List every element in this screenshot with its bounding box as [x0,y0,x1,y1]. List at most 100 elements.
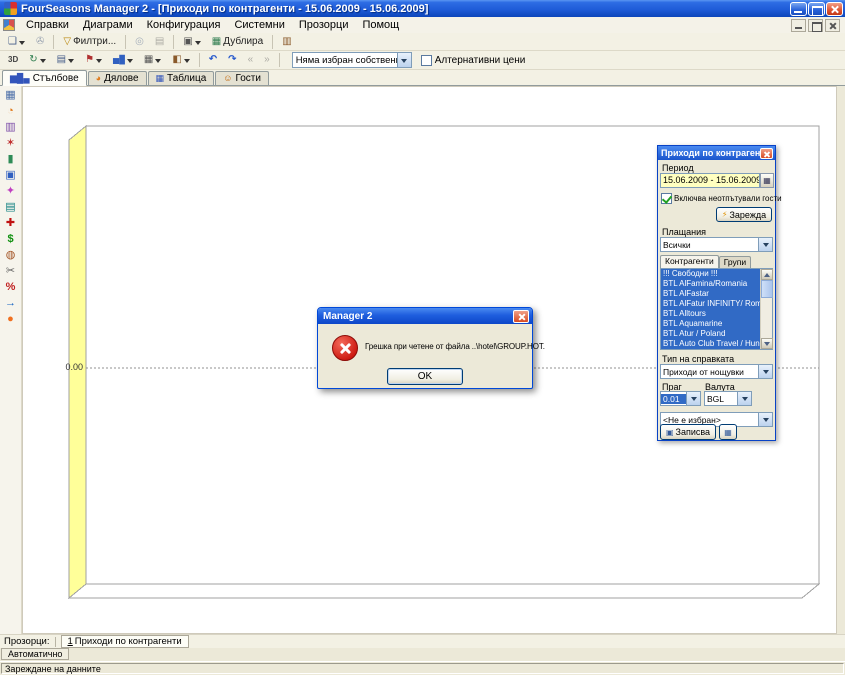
undo-button[interactable]: ↶ [204,52,222,68]
next-button[interactable]: » [259,52,275,68]
currency-combobox[interactable]: BGL [704,391,752,406]
menu-item-3[interactable]: Конфигурация [140,18,228,32]
sidebar-icon-12[interactable]: ✂ [2,264,20,279]
tab-contractors[interactable]: Контрагенти [660,255,719,268]
scroll-thumb[interactable] [761,280,773,298]
sidebar-icon-7[interactable]: ✦ [2,184,20,199]
book-button[interactable]: ▥ [277,34,296,50]
list-scrollbar[interactable] [760,269,772,349]
sidebar-icon-2[interactable]: ◔ [2,104,20,119]
filters-button[interactable]: ▽ Филтри... [58,34,121,50]
calendar-button[interactable]: ▦ [760,173,774,188]
sidebar-icon-11[interactable]: ◍ [2,248,20,263]
close-icon[interactable] [826,2,843,16]
menu-item-5[interactable]: Прозорци [292,18,356,32]
panel-close-icon[interactable] [760,148,773,159]
panel-title: Приходи по контрагенти [661,148,760,158]
period-field[interactable]: 15.06.2009 - 15.06.2009 [660,173,760,188]
payments-combobox[interactable]: Всички [660,237,773,252]
sidebar-icon-5[interactable]: ▮ [2,152,20,167]
tab-guests[interactable]: ☺ Гости [215,71,269,85]
marks-button[interactable]: ⚑ [80,52,107,68]
owners-combobox[interactable]: Няма избран собственици [292,52,412,68]
sidebar-icon-1[interactable]: ▦ [2,88,20,103]
sidebar-icon-8[interactable]: ▤ [2,200,20,215]
sidebar-icon-3[interactable]: ▥ [2,120,20,135]
options-button[interactable]: ▦ [719,424,737,440]
automatic-button[interactable]: Автоматично [1,648,69,660]
menu-item-1[interactable]: Справки [19,18,76,32]
maximize-icon[interactable] [808,2,825,16]
redo-button[interactable]: ↷ [223,52,241,68]
chevron-down-icon[interactable] [686,392,700,405]
rotate-icon: ↻ [29,54,37,66]
chevron-down-icon[interactable] [758,365,772,378]
menu-item-6[interactable]: Помощ [355,18,406,32]
alt-prices-checkbox[interactable] [421,55,432,66]
menu-item-4[interactable]: Системни [227,18,291,32]
threshold-combobox[interactable]: 0.01 [660,391,701,406]
chevron-down-icon[interactable] [758,238,772,251]
dropdown-arrow-icon [184,59,190,66]
scroll-down-icon[interactable] [761,338,773,349]
list-item[interactable]: BTL Auto Club Travel / Hunga [661,339,760,349]
ok-button[interactable]: OK [387,368,463,385]
save-button[interactable]: ✇ [31,34,49,50]
grid-button[interactable]: ▦ [139,52,166,68]
scroll-up-icon[interactable] [761,269,773,280]
sidebar-icon-percent[interactable]: % [2,280,20,295]
list-item[interactable]: BTL AlFatur INFINITY/ Romani [661,299,760,309]
save-report-button[interactable]: ▣ Записва [660,424,716,440]
paint-button[interactable]: ◧ [167,52,194,68]
menu-item-2[interactable]: Диаграми [76,18,140,32]
mdi-minimize-icon[interactable] [791,19,806,32]
legend-button[interactable]: ▤ [52,52,79,68]
chevron-down-icon[interactable] [737,392,751,405]
duplicate-button[interactable]: ▦ Дублира [207,34,268,50]
next-icon: » [264,54,270,66]
guests-icon: ☺ [223,74,232,83]
tab-columns[interactable]: ▆█▄ Стълбове [2,70,87,86]
sidebar-icon-dollar[interactable]: $ [2,232,20,247]
tab-table[interactable]: ▦ Таблица [148,71,215,85]
list-item[interactable]: !!! Свободни !!! [661,269,760,279]
minimize-icon[interactable] [790,2,807,16]
document-icon[interactable] [3,19,15,31]
previous-button[interactable]: « [243,52,259,68]
panel-title-bar[interactable]: Приходи по контрагенти [658,146,775,160]
series-button[interactable]: ▅█ [108,52,138,68]
mdi-close-icon[interactable] [825,19,840,32]
rotate-button[interactable]: ↻ [24,52,50,68]
list-item[interactable]: BTL Aquamarine [661,319,760,329]
load-button-label: Зарежда [729,210,766,220]
include-guests-checkbox[interactable] [661,193,672,204]
list-item[interactable]: BTL AlFamina/Romania [661,279,760,289]
windows-label: Прозорци: [4,636,50,647]
load-button[interactable]: ⚡ Зарежда [716,207,772,222]
tab-shares[interactable]: ◕ Дялове [88,71,147,85]
print-preview-button[interactable]: ◎ [130,34,149,50]
copy-button[interactable]: ▣ [178,34,205,50]
sidebar-icon-15[interactable]: ● [2,312,20,327]
dialog-title-bar[interactable]: Manager 2 [318,308,532,324]
chart-3d-button[interactable]: 3D [3,52,23,68]
list-item[interactable]: BTL Atur / Poland [661,329,760,339]
list-item[interactable]: BTL Alltours [661,309,760,319]
separator [125,35,126,49]
window-tab[interactable]: 1 Приходи по контрагенти [61,635,189,648]
list-item[interactable]: BTL AlFastar [661,289,760,299]
sidebar-icon-14[interactable]: → [2,296,20,311]
new-report-button[interactable]: ❑ [3,34,30,50]
chevron-down-icon[interactable] [758,413,772,426]
tab-groups[interactable]: Групи [719,256,751,268]
copy-icon: ▣ [183,36,192,48]
sidebar-icon-9[interactable]: ✚ [2,216,20,231]
previous-icon: « [248,54,254,66]
chevron-down-icon[interactable] [397,53,411,67]
print-button[interactable]: ▤ [150,34,169,50]
dialog-close-icon[interactable] [513,310,529,323]
report-type-combobox[interactable]: Приходи от нощувки [660,364,773,379]
sidebar-icon-4[interactable]: ✶ [2,136,20,151]
mdi-restore-icon[interactable] [808,19,823,32]
sidebar-icon-6[interactable]: ▣ [2,168,20,183]
